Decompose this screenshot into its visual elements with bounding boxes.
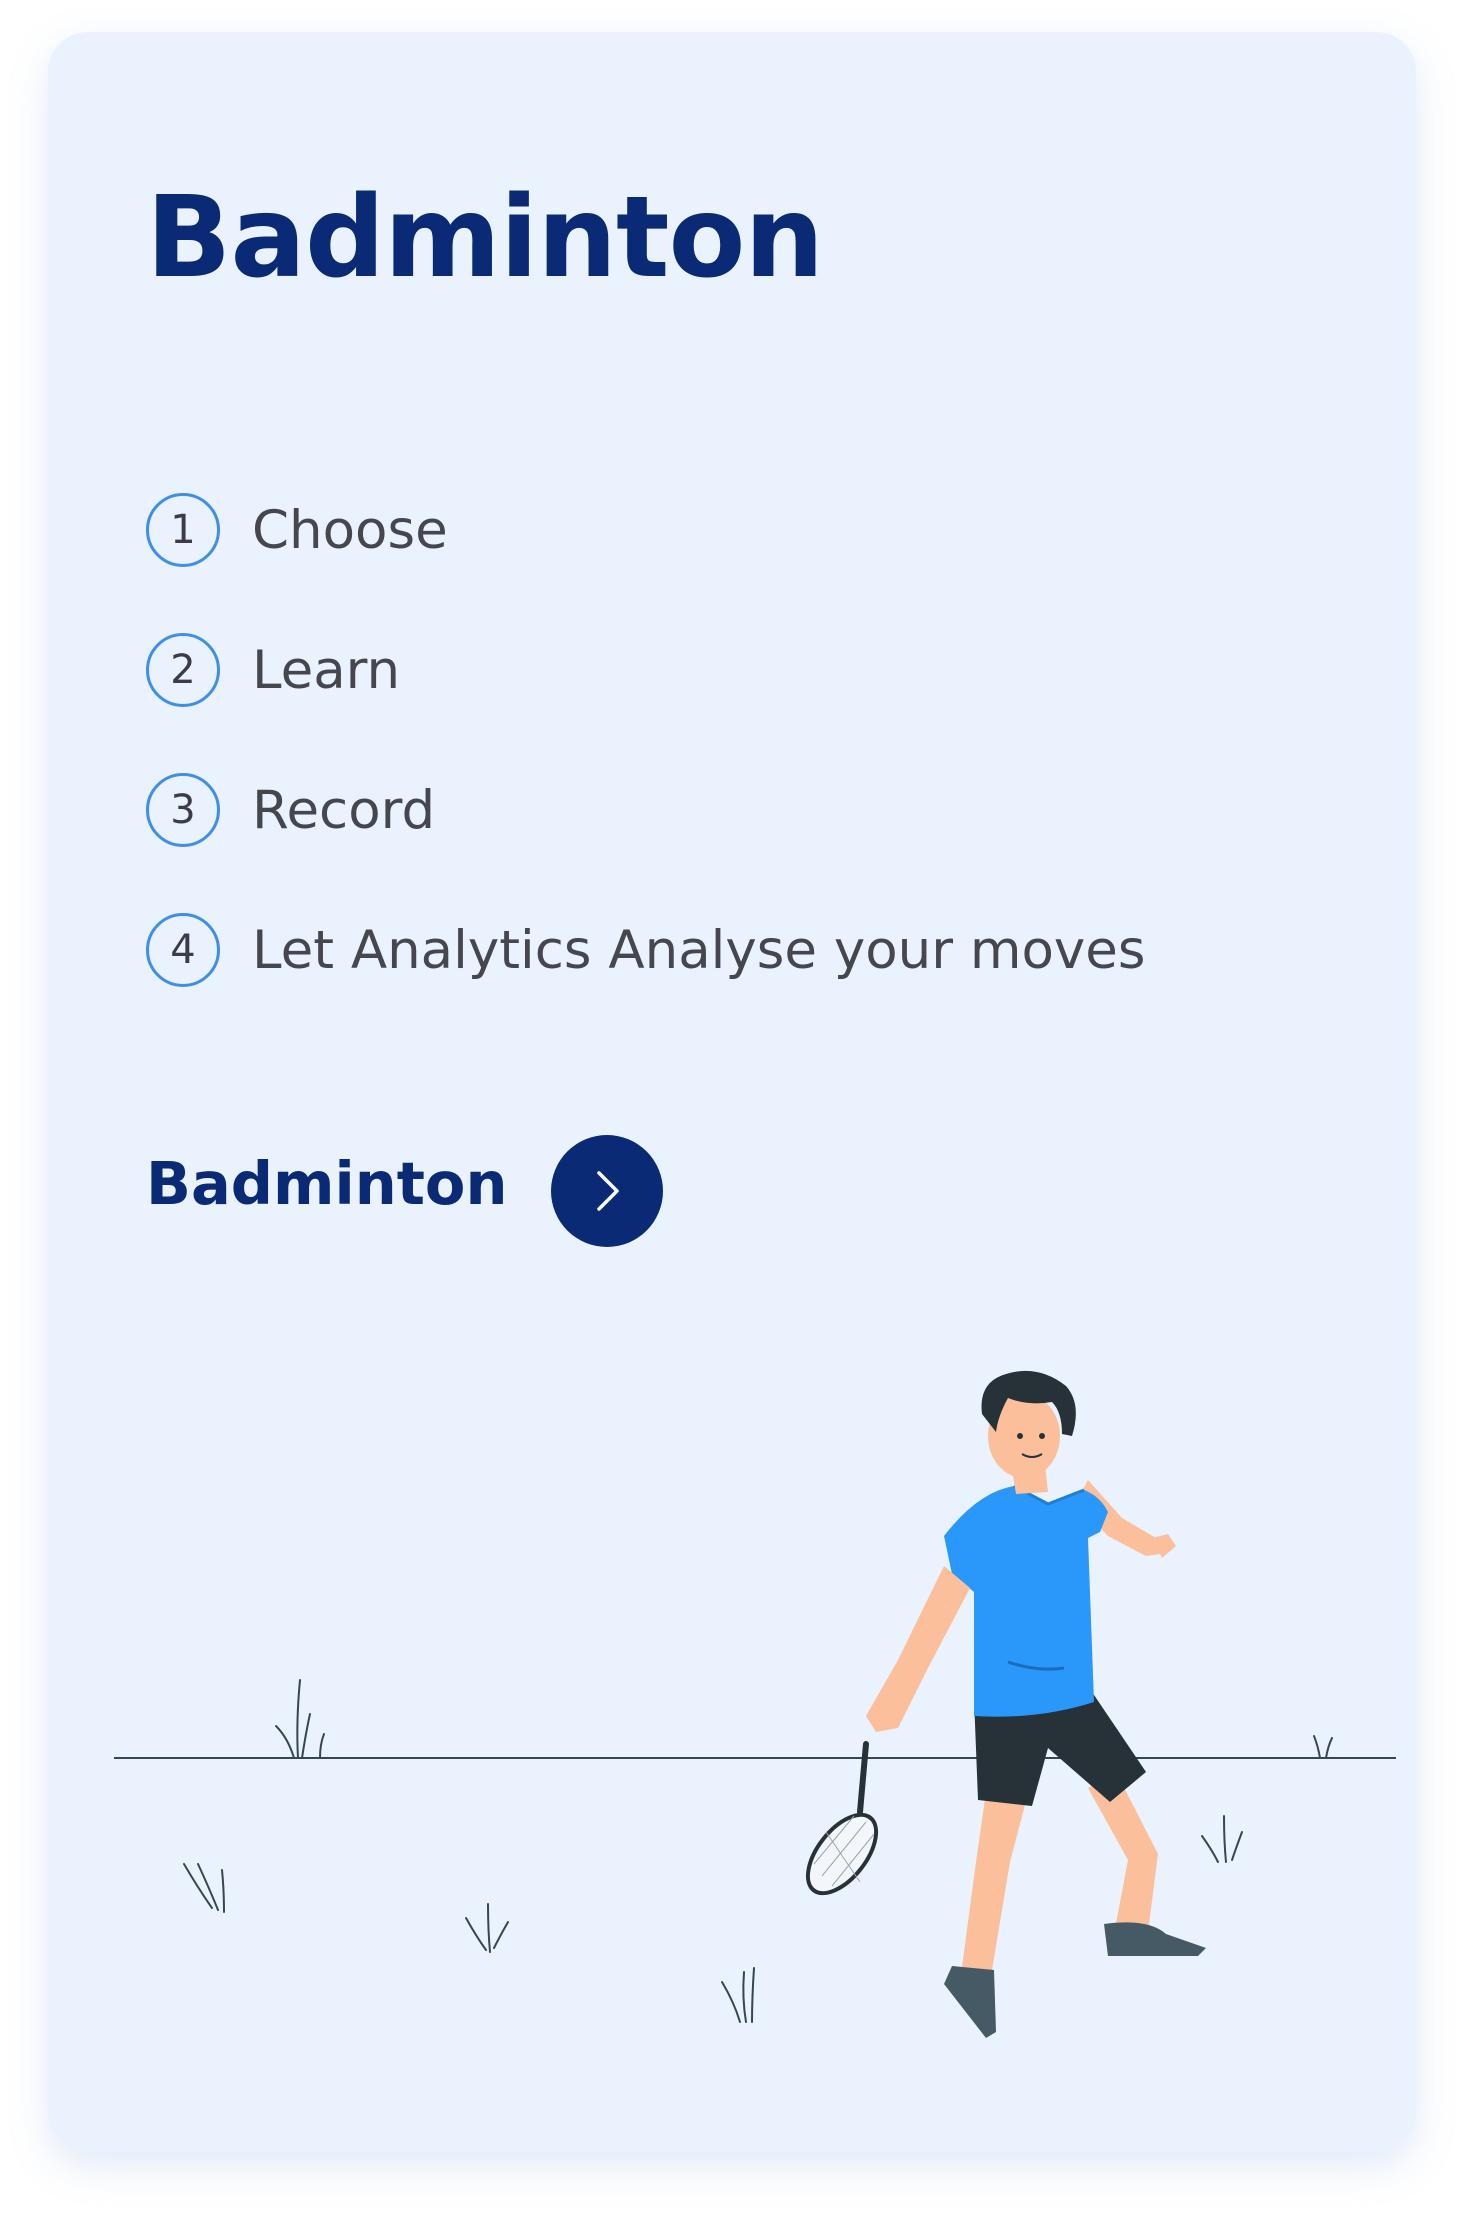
grass-tufts bbox=[183, 1679, 1333, 2023]
back-leg bbox=[1088, 1772, 1158, 1934]
step-number-badge: 1 bbox=[146, 493, 220, 567]
next-arrow-button[interactable] bbox=[551, 1135, 663, 1247]
step-item-analyse: 4 Let Analytics Analyse your moves bbox=[146, 910, 1146, 990]
front-shoe bbox=[944, 1966, 996, 2038]
step-label: Record bbox=[252, 779, 436, 841]
racket bbox=[805, 1741, 879, 1896]
near-arm bbox=[866, 1566, 970, 1732]
cta-label[interactable]: Badminton bbox=[146, 1154, 507, 1213]
steps-list: 1 Choose 2 Learn 3 Record 4 Let Analytic… bbox=[146, 490, 1146, 1050]
step-number-badge: 3 bbox=[146, 773, 220, 847]
front-leg bbox=[960, 1778, 1032, 1982]
step-item-record: 3 Record bbox=[146, 770, 1146, 850]
step-item-learn: 2 Learn bbox=[146, 630, 1146, 710]
step-label: Learn bbox=[252, 639, 401, 701]
step-number-badge: 2 bbox=[146, 633, 220, 707]
step-item-choose: 1 Choose bbox=[146, 490, 1146, 570]
badminton-player-illustration bbox=[114, 1370, 1396, 2038]
shirt bbox=[944, 1486, 1108, 1717]
step-number-badge: 4 bbox=[146, 913, 220, 987]
step-label: Let Analytics Analyse your moves bbox=[252, 919, 1146, 981]
step-label: Choose bbox=[252, 499, 448, 561]
back-shoe bbox=[1104, 1922, 1206, 1956]
badminton-card: Badminton 1 Choose 2 Learn 3 Record 4 Le… bbox=[48, 32, 1416, 2152]
chevron-right-icon bbox=[597, 1171, 619, 1211]
card-title: Badminton bbox=[146, 173, 824, 303]
